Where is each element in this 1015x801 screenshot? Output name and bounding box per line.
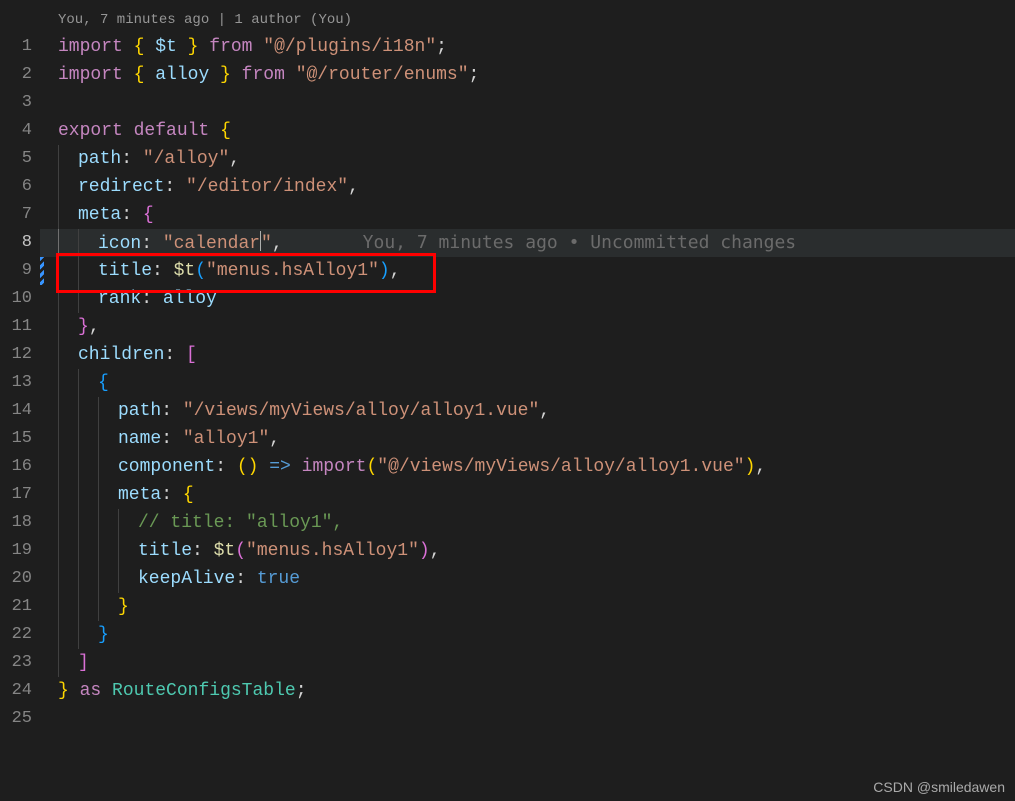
line-number: 3 (0, 89, 40, 117)
line-number: 14 (0, 397, 40, 425)
line-number: 12 (0, 341, 40, 369)
watermark: CSDN @smiledawen (873, 779, 1005, 795)
code-line[interactable]: rank: alloy (40, 285, 1015, 313)
line-number-gutter: 0 1 2 3 4 5 6 7 8 9 10 11 12 13 14 15 16… (0, 0, 40, 801)
line-number: 5 (0, 145, 40, 173)
codelens[interactable]: You, 7 minutes ago | 1 author (You) (40, 5, 1015, 33)
line-number: 9 (0, 257, 40, 285)
code-line[interactable]: }, (40, 313, 1015, 341)
line-number: 24 (0, 677, 40, 705)
code-line[interactable] (40, 705, 1015, 733)
code-area[interactable]: You, 7 minutes ago | 1 author (You) impo… (40, 0, 1015, 801)
line-number: 21 (0, 593, 40, 621)
code-line[interactable]: meta: { (40, 201, 1015, 229)
code-line[interactable]: title: $t("menus.hsAlloy1"), (40, 257, 1015, 285)
code-editor[interactable]: 0 1 2 3 4 5 6 7 8 9 10 11 12 13 14 15 16… (0, 0, 1015, 801)
code-line[interactable]: import { $t } from "@/plugins/i18n"; (40, 33, 1015, 61)
line-number: 18 (0, 509, 40, 537)
line-number: 13 (0, 369, 40, 397)
line-number: 8 (0, 229, 40, 257)
line-number: 6 (0, 173, 40, 201)
code-line[interactable]: title: $t("menus.hsAlloy1"), (40, 537, 1015, 565)
code-line[interactable]: path: "/alloy", (40, 145, 1015, 173)
code-line[interactable]: redirect: "/editor/index", (40, 173, 1015, 201)
line-number: 2 (0, 61, 40, 89)
git-blame-inline: You, 7 minutes ago • Uncommitted changes (363, 232, 796, 253)
line-number: 17 (0, 481, 40, 509)
code-line[interactable] (40, 89, 1015, 117)
line-number: 4 (0, 117, 40, 145)
code-line[interactable]: keepAlive: true (40, 565, 1015, 593)
line-number: 16 (0, 453, 40, 481)
code-line[interactable]: meta: { (40, 481, 1015, 509)
line-number: 20 (0, 565, 40, 593)
line-number: 11 (0, 313, 40, 341)
code-line[interactable]: export default { (40, 117, 1015, 145)
code-line[interactable]: // title: "alloy1", (40, 509, 1015, 537)
code-line[interactable]: } (40, 593, 1015, 621)
code-line[interactable]: { (40, 369, 1015, 397)
code-line[interactable]: path: "/views/myViews/alloy/alloy1.vue", (40, 397, 1015, 425)
line-number: 7 (0, 201, 40, 229)
git-change-indicator (40, 257, 44, 285)
line-number: 10 (0, 285, 40, 313)
code-line-active[interactable]: icon: "calendar",You, 7 minutes ago • Un… (40, 229, 1015, 257)
line-number: 1 (0, 33, 40, 61)
code-line[interactable]: children: [ (40, 341, 1015, 369)
line-number: 22 (0, 621, 40, 649)
line-number: 25 (0, 705, 40, 733)
code-line[interactable]: name: "alloy1", (40, 425, 1015, 453)
code-line[interactable]: component: () => import("@/views/myViews… (40, 453, 1015, 481)
line-number: 15 (0, 425, 40, 453)
line-number: 19 (0, 537, 40, 565)
code-line[interactable]: } as RouteConfigsTable; (40, 677, 1015, 705)
code-line[interactable]: ] (40, 649, 1015, 677)
code-line[interactable]: } (40, 621, 1015, 649)
code-line[interactable]: import { alloy } from "@/router/enums"; (40, 61, 1015, 89)
line-number: 23 (0, 649, 40, 677)
